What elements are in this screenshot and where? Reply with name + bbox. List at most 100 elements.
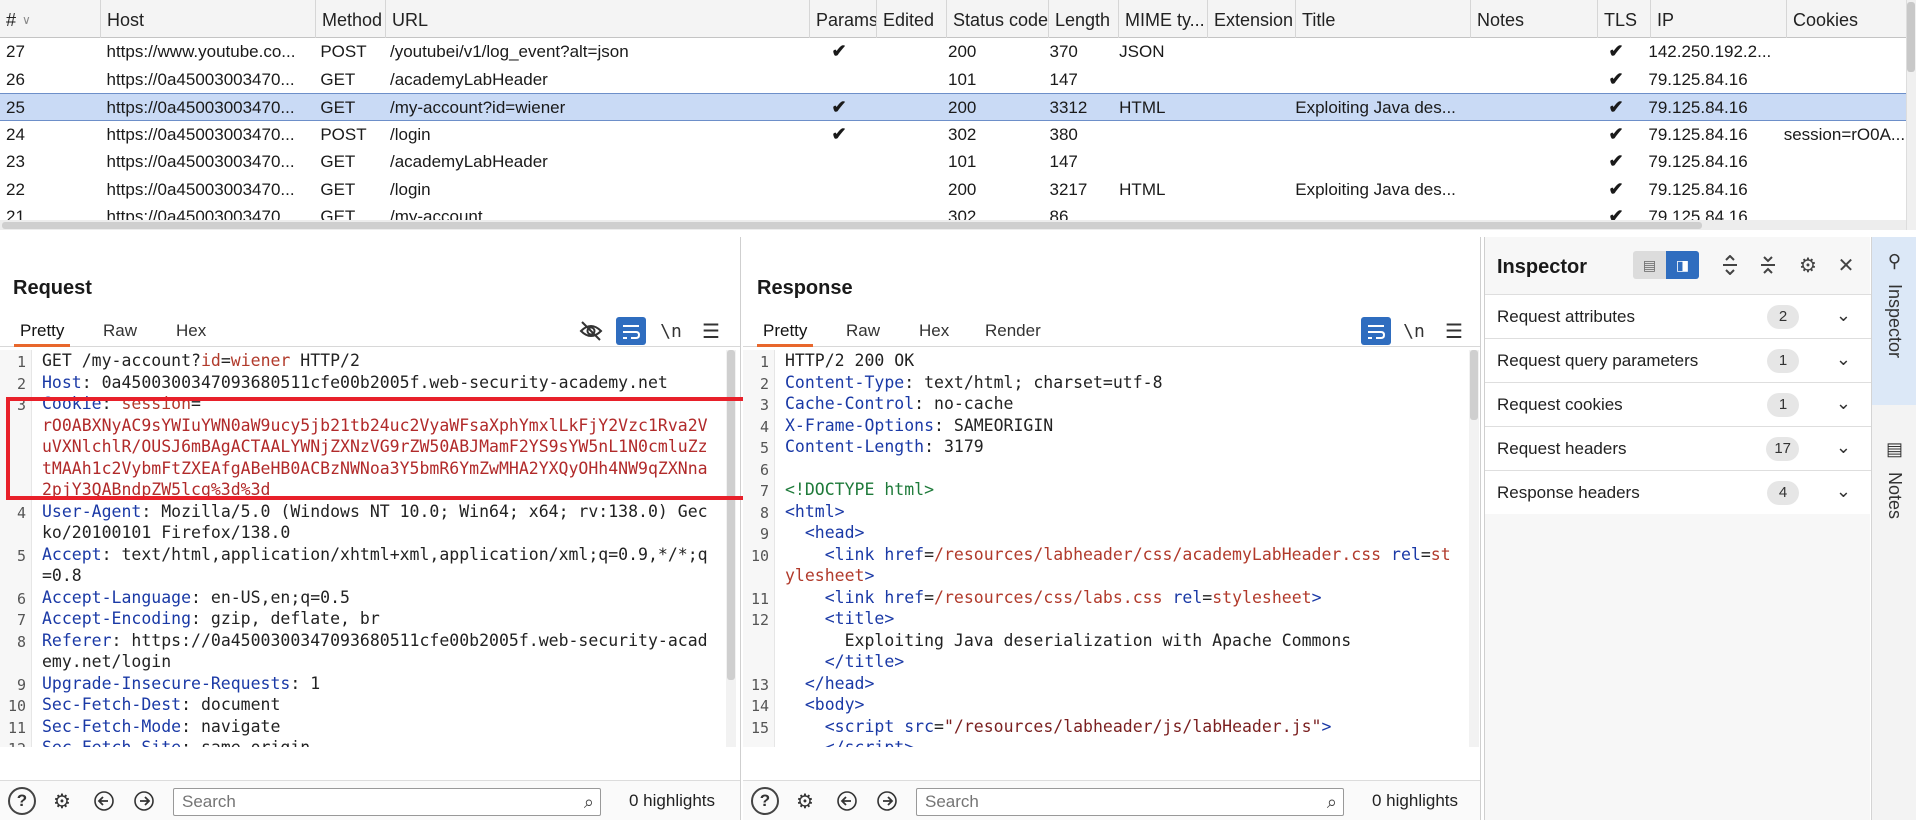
column-header-ip[interactable]: IP xyxy=(1651,0,1787,38)
table-row[interactable]: 23 https://0a45003003470... GET/academyLab… xyxy=(0,148,1906,176)
line-number: 11 xyxy=(750,589,769,608)
wrap-icon[interactable] xyxy=(616,317,646,345)
line-number: 1 xyxy=(16,353,26,371)
inspector-section[interactable]: Request query parameters 1 ⌄ xyxy=(1485,338,1871,382)
cell-method: GET xyxy=(320,69,356,89)
hamburger-icon[interactable]: ☰ xyxy=(1439,317,1469,345)
tab-hex[interactable]: Hex xyxy=(913,315,955,347)
table-row[interactable]: 25 https://0a45003003470... GET/my-account… xyxy=(0,93,1906,121)
request-search-input[interactable] xyxy=(174,789,549,815)
cell-tls: ✔ xyxy=(1608,206,1624,220)
column-header-params[interactable]: Params xyxy=(810,0,877,38)
column-header-url[interactable]: URL xyxy=(386,0,810,38)
cell-notes xyxy=(1463,94,1589,121)
rail-tab-notes[interactable]: ▤ Notes xyxy=(1872,425,1916,545)
cell-title: Exploiting Java des... xyxy=(1295,98,1456,117)
table-row[interactable]: 24 https://0a45003003470... POST/login ✔ 302… xyxy=(0,121,1906,149)
code-line: <link href=/resources/css/labs.css rel=s… xyxy=(824,587,1322,607)
chevron-down-icon[interactable]: ⌄ xyxy=(1836,393,1851,414)
cell-length: 3217 xyxy=(1049,179,1088,199)
response-editor-scroll-thumb[interactable] xyxy=(1470,350,1478,420)
back-arrow-icon[interactable] xyxy=(90,787,118,815)
column-header-method[interactable]: Method xyxy=(316,0,386,38)
column-header-title[interactable]: Title xyxy=(1296,0,1471,38)
column-header-cookies[interactable]: Cookies xyxy=(1787,0,1916,38)
gear-icon[interactable]: ⚙ xyxy=(1793,251,1823,279)
column-header-mime[interactable]: MIME ty... xyxy=(1119,0,1208,38)
table-row[interactable]: 22 https://0a45003003470... GET/login 200 32… xyxy=(0,176,1906,204)
response-editor-scrollbar[interactable] xyxy=(1469,350,1479,747)
chevron-down-icon[interactable]: ⌄ xyxy=(1836,481,1851,502)
column-header-label: MIME ty... xyxy=(1125,10,1205,30)
tab-pretty[interactable]: Pretty xyxy=(14,315,71,347)
horizontal-scrollbar-thumb[interactable] xyxy=(2,222,1702,229)
inspector-section[interactable]: Response headers 4 ⌄ xyxy=(1485,470,1871,514)
inspector-section[interactable]: Request cookies 1 ⌄ xyxy=(1485,382,1871,426)
back-arrow-icon[interactable] xyxy=(833,787,861,815)
vertical-scrollbar[interactable] xyxy=(1906,0,1916,230)
response-search-input[interactable] xyxy=(917,789,1292,815)
sidebar-layout-button[interactable]: ◨ xyxy=(1666,251,1699,279)
wrap-icon[interactable] xyxy=(1361,317,1391,345)
inspector-section-count: 1 xyxy=(1767,393,1799,417)
inspector-section-label: Response headers xyxy=(1497,483,1640,502)
forward-arrow-icon[interactable] xyxy=(130,787,158,815)
code-line: Upgrade-Insecure-Requests: 1 xyxy=(42,673,321,693)
column-header-notes[interactable]: Notes xyxy=(1471,0,1598,38)
inspector-section-count: 17 xyxy=(1766,437,1799,461)
column-header-length[interactable]: Length xyxy=(1049,0,1119,38)
code-line: <head> xyxy=(804,523,865,542)
cell-ip: 142.250.192.2... xyxy=(1648,42,1772,61)
expand-all-icon[interactable] xyxy=(1715,251,1745,279)
code-text: HTTP/2 200 OK Content-Type: text/html; ch… xyxy=(785,350,1452,747)
gear-icon[interactable]: ⚙ xyxy=(48,787,76,815)
chevron-down-icon[interactable]: ⌄ xyxy=(1836,305,1851,326)
inspector-section[interactable]: Request attributes 2 ⌄ xyxy=(1485,294,1871,338)
collapse-all-icon[interactable] xyxy=(1753,251,1783,279)
response-editor[interactable]: 12345678910111213141516HTTP/2 200 OKCont… xyxy=(743,350,1481,747)
column-header-edited[interactable]: Edited xyxy=(877,0,947,38)
column-header-status[interactable]: Status code xyxy=(947,0,1049,38)
column-header-host[interactable]: Host xyxy=(101,0,316,38)
table-row[interactable]: 21 https://0a45003003470... GET/my-account… xyxy=(0,203,1906,220)
gear-icon[interactable]: ⚙ xyxy=(791,787,819,815)
column-header-tls[interactable]: TLS xyxy=(1598,0,1651,38)
inspector-section[interactable]: Request headers 17 ⌄ xyxy=(1485,426,1871,470)
newline-toggle[interactable]: \n xyxy=(1399,317,1429,345)
eye-slash-icon[interactable] xyxy=(576,317,606,345)
chevron-down-icon[interactable]: ⌄ xyxy=(1836,349,1851,370)
forward-arrow-icon[interactable] xyxy=(873,787,901,815)
tab-raw[interactable]: Raw xyxy=(840,315,886,347)
hamburger-icon[interactable]: ☰ xyxy=(696,317,726,345)
tab-raw[interactable]: Raw xyxy=(97,315,143,347)
cell-ip: 79.125.84.16 xyxy=(1648,98,1748,117)
code-line: </head> xyxy=(804,673,875,693)
cell-id: 24 xyxy=(6,124,25,144)
close-icon[interactable]: ✕ xyxy=(1831,251,1861,279)
cell-status: 302 xyxy=(948,207,977,220)
rail-tab-inspector[interactable]: ⚲ Inspector xyxy=(1872,237,1916,405)
list-layout-button[interactable]: ▤ xyxy=(1633,251,1666,279)
cell-method: GET xyxy=(320,98,356,117)
column-header-ext[interactable]: Extension xyxy=(1208,0,1296,38)
vertical-scrollbar-thumb[interactable] xyxy=(1907,2,1915,72)
table-row[interactable]: 26 https://0a45003003470... GET/academyLab… xyxy=(0,66,1906,94)
tab-pretty[interactable]: Pretty xyxy=(757,315,814,347)
line-number: 4 xyxy=(759,417,769,436)
newline-toggle[interactable]: \n xyxy=(656,317,686,345)
help-icon[interactable]: ? xyxy=(751,787,779,815)
tab-render[interactable]: Render xyxy=(979,315,1047,347)
search-icon[interactable]: ⌕ xyxy=(584,792,594,813)
table-row[interactable]: 27 https://www.youtube.co... POST/youtubei… xyxy=(0,38,1906,66)
cell-edited xyxy=(872,121,942,148)
column-header-label: Params xyxy=(816,10,877,30)
chevron-down-icon[interactable]: ⌄ xyxy=(1836,437,1851,458)
column-header-label: Cookies xyxy=(1793,10,1859,30)
help-icon[interactable]: ? xyxy=(8,787,36,815)
tab-hex[interactable]: Hex xyxy=(170,315,212,347)
line-number: 11 xyxy=(7,718,26,737)
inspector-section-count: 4 xyxy=(1767,481,1799,505)
cell-params xyxy=(806,66,873,93)
search-icon[interactable]: ⌕ xyxy=(1327,792,1337,813)
column-header-id[interactable]: # ∨ xyxy=(0,0,101,38)
